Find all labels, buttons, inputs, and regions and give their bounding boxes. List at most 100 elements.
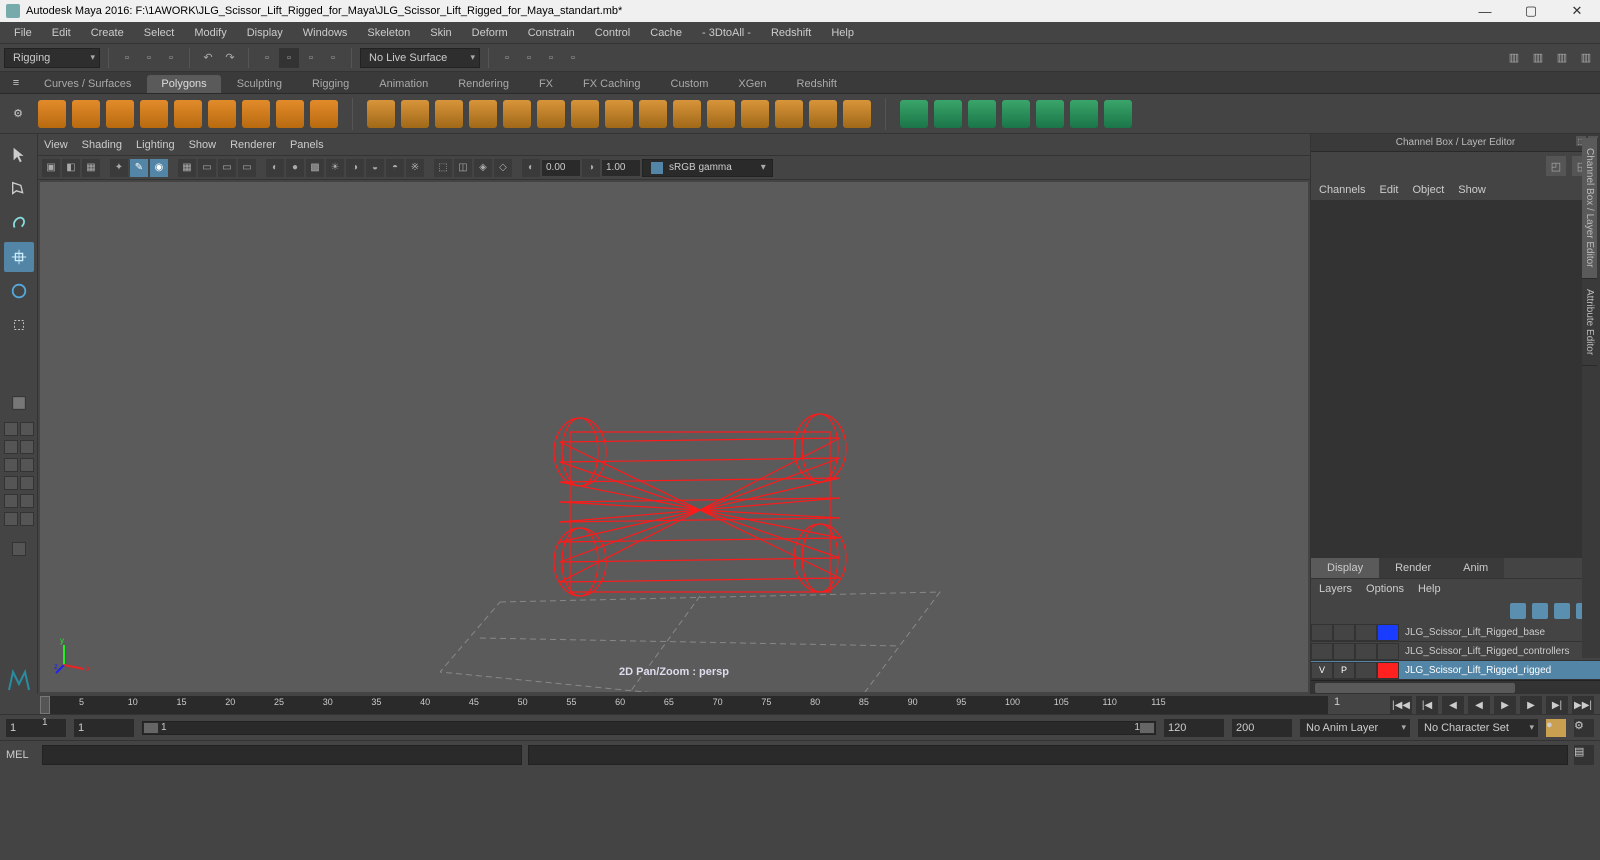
shelf-tab-rigging[interactable]: Rigging bbox=[298, 75, 363, 93]
film-gate-icon[interactable]: ▭ bbox=[198, 159, 216, 177]
viewport-3d[interactable]: 2D Pan/Zoom : persp y x z bbox=[40, 182, 1308, 692]
poly-torus-icon[interactable] bbox=[208, 100, 236, 128]
poly-tool-1-icon[interactable] bbox=[367, 100, 395, 128]
shelf-tab-curves-surfaces[interactable]: Curves / Surfaces bbox=[30, 75, 145, 93]
ao-icon[interactable]: ◒ bbox=[366, 159, 384, 177]
open-scene-icon[interactable]: ▫ bbox=[139, 48, 159, 68]
colorspace-dropdown[interactable]: sRGB gamma bbox=[642, 159, 773, 177]
poly-helix-icon[interactable] bbox=[310, 100, 338, 128]
poly-tool-2-icon[interactable] bbox=[401, 100, 429, 128]
image-plane-icon[interactable]: ▦ bbox=[82, 159, 100, 177]
safe-action-icon[interactable]: ▭ bbox=[238, 159, 256, 177]
exposure-field[interactable]: 0.00 bbox=[542, 160, 580, 176]
lasso-tool[interactable] bbox=[4, 174, 34, 204]
menu--3dtoall-[interactable]: - 3DtoAll - bbox=[692, 25, 761, 41]
layout-12-icon[interactable] bbox=[20, 512, 34, 526]
layout-5-icon[interactable] bbox=[4, 458, 18, 472]
panel-layout-4-icon[interactable]: ▥ bbox=[1576, 48, 1596, 68]
layer-row[interactable]: JLG_Scissor_Lift_Rigged_controllers bbox=[1311, 642, 1600, 661]
step-forward-key-icon[interactable]: ▶| bbox=[1546, 696, 1568, 714]
menu-select[interactable]: Select bbox=[134, 25, 185, 41]
shelf-tab-xgen[interactable]: XGen bbox=[724, 75, 780, 93]
layer-tab-anim[interactable]: Anim bbox=[1447, 558, 1504, 578]
poly-pipe-icon[interactable] bbox=[276, 100, 304, 128]
layer-playback-toggle[interactable]: P bbox=[1333, 662, 1355, 679]
layer-display-type[interactable] bbox=[1355, 662, 1377, 679]
menu-redshift[interactable]: Redshift bbox=[761, 25, 821, 41]
xray-comp-icon[interactable]: ◇ bbox=[494, 159, 512, 177]
bookmark-icon[interactable]: ◧ bbox=[62, 159, 80, 177]
layer-row[interactable]: JLG_Scissor_Lift_Rigged_base bbox=[1311, 623, 1600, 642]
menu-skin[interactable]: Skin bbox=[420, 25, 461, 41]
panel-menu-panels[interactable]: Panels bbox=[290, 139, 324, 151]
go-to-start-icon[interactable]: |◀◀ bbox=[1390, 696, 1412, 714]
panel-menu-renderer[interactable]: Renderer bbox=[230, 139, 276, 151]
menu-skeleton[interactable]: Skeleton bbox=[357, 25, 420, 41]
select-vertex-icon[interactable]: ▫ bbox=[257, 48, 277, 68]
poly-cone-icon[interactable] bbox=[140, 100, 168, 128]
poly-tool-14-icon[interactable] bbox=[809, 100, 837, 128]
poly-pyramid-icon[interactable] bbox=[242, 100, 270, 128]
layout-4-icon[interactable] bbox=[20, 440, 34, 454]
step-forward-icon[interactable]: ▶ bbox=[1520, 696, 1542, 714]
menu-cache[interactable]: Cache bbox=[640, 25, 692, 41]
shelf-tab-fx[interactable]: FX bbox=[525, 75, 567, 93]
xray-icon[interactable]: ◫ bbox=[454, 159, 472, 177]
shelf-tab-polygons[interactable]: Polygons bbox=[147, 75, 220, 93]
step-back-icon[interactable]: ◀ bbox=[1442, 696, 1464, 714]
layer-visibility-toggle[interactable]: V bbox=[1311, 662, 1333, 679]
new-scene-icon[interactable]: ▫ bbox=[117, 48, 137, 68]
playback-start-field[interactable]: 1 bbox=[74, 719, 134, 737]
motion-blur-icon[interactable]: ◓ bbox=[386, 159, 404, 177]
shelf-tab-sculpting[interactable]: Sculpting bbox=[223, 75, 296, 93]
layer-tab-display[interactable]: Display bbox=[1311, 558, 1379, 578]
render-icon[interactable]: ▫ bbox=[519, 48, 539, 68]
shelf-tab-custom[interactable]: Custom bbox=[657, 75, 723, 93]
layout-2v-icon[interactable] bbox=[20, 422, 34, 436]
anim-end-field[interactable]: 200 bbox=[1232, 719, 1292, 737]
poly-tool-11-icon[interactable] bbox=[707, 100, 735, 128]
menu-display[interactable]: Display bbox=[237, 25, 293, 41]
menu-create[interactable]: Create bbox=[81, 25, 134, 41]
grid-icon[interactable]: ▦ bbox=[178, 159, 196, 177]
custom-tool-2-icon[interactable] bbox=[934, 100, 962, 128]
scale-tool[interactable] bbox=[4, 310, 34, 340]
custom-tool-7-icon[interactable] bbox=[1104, 100, 1132, 128]
custom-tool-6-icon[interactable] bbox=[1070, 100, 1098, 128]
textured-icon[interactable]: ▩ bbox=[306, 159, 324, 177]
command-input[interactable] bbox=[42, 745, 522, 765]
prefs-icon[interactable]: ⚙ bbox=[1574, 719, 1594, 737]
select-face-icon[interactable]: ▫ bbox=[301, 48, 321, 68]
panel-layout-1-icon[interactable]: ▥ bbox=[1504, 48, 1524, 68]
redo-icon[interactable]: ↷ bbox=[220, 48, 240, 68]
menu-file[interactable]: File bbox=[4, 25, 42, 41]
ghosting-icon[interactable]: ◉ bbox=[150, 159, 168, 177]
panel-menu-shading[interactable]: Shading bbox=[82, 139, 122, 151]
shadows-icon[interactable]: ◑ bbox=[346, 159, 364, 177]
play-forward-icon[interactable]: ▶ bbox=[1494, 696, 1516, 714]
poly-tool-15-icon[interactable] bbox=[843, 100, 871, 128]
workspace-dropdown[interactable]: Rigging bbox=[4, 48, 100, 68]
sidetab-attribute-editor[interactable]: Attribute Editor bbox=[1582, 279, 1597, 366]
xray-joints-icon[interactable]: ◈ bbox=[474, 159, 492, 177]
poly-cylinder-icon[interactable] bbox=[106, 100, 134, 128]
2d-pan-icon[interactable]: ✦ bbox=[110, 159, 128, 177]
shelf-tab-fx-caching[interactable]: FX Caching bbox=[569, 75, 654, 93]
shelf-tab-redshift[interactable]: Redshift bbox=[783, 75, 851, 93]
poly-cube-icon[interactable] bbox=[72, 100, 100, 128]
poly-tool-6-icon[interactable] bbox=[537, 100, 565, 128]
layout-misc-icon[interactable] bbox=[12, 542, 26, 556]
layer-move-down-icon[interactable] bbox=[1532, 603, 1548, 619]
layer-playback-toggle[interactable] bbox=[1333, 624, 1355, 641]
custom-tool-1-icon[interactable] bbox=[900, 100, 928, 128]
camera-select-icon[interactable]: ▣ bbox=[42, 159, 60, 177]
lights-icon[interactable]: ☀ bbox=[326, 159, 344, 177]
move-tool[interactable] bbox=[4, 242, 34, 272]
layout-10-icon[interactable] bbox=[20, 494, 34, 508]
anim-start-field[interactable]: 1 bbox=[6, 719, 66, 737]
smooth-shade-icon[interactable]: ● bbox=[286, 159, 304, 177]
gamma-icon[interactable]: ◑ bbox=[582, 159, 600, 177]
layout-2h-icon[interactable] bbox=[4, 422, 18, 436]
layer-visibility-toggle[interactable] bbox=[1311, 643, 1333, 660]
current-time-field[interactable]: 1 bbox=[1334, 696, 1384, 708]
